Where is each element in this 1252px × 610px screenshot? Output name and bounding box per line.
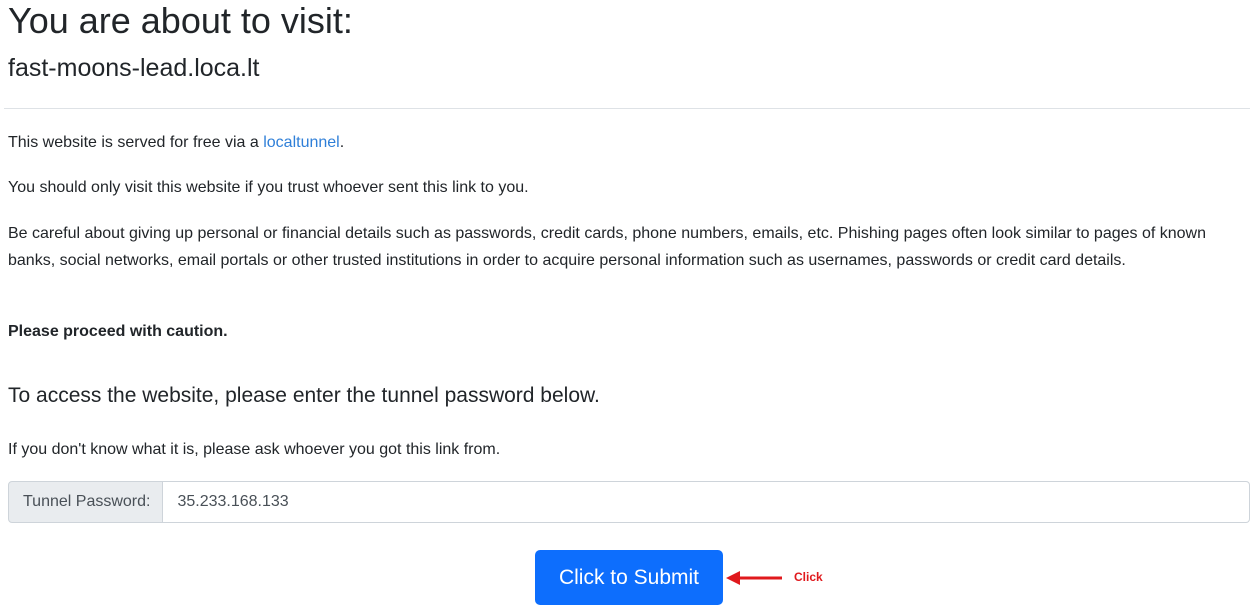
password-label: Tunnel Password: [8,481,164,523]
trust-text: You should only visit this website if yo… [8,179,529,196]
page-title: You are about to visit: [8,0,353,41]
left-arrow-icon [726,571,782,585]
tunnel-password-input[interactable] [163,481,1250,523]
password-input-group: Tunnel Password: [8,481,1250,523]
caution-text: Please proceed with caution. [8,323,228,340]
served-prefix: This website is served for free via a [8,134,264,151]
served-via-text: This website is served for free via a lo… [8,129,344,156]
click-annotation-label: Click [794,570,823,584]
tunnel-host: fast-moons-lead.loca.lt [8,54,260,82]
help-text: If you don't know what it is, please ask… [8,441,501,458]
submit-button[interactable]: Click to Submit [535,550,723,605]
access-heading: To access the website, please enter the … [8,384,600,407]
phishing-warning-text: Be careful about giving up personal or f… [8,225,1206,269]
localtunnel-link[interactable]: localtunnel [263,134,340,151]
served-suffix: . [339,134,345,151]
header-divider [4,108,1250,109]
